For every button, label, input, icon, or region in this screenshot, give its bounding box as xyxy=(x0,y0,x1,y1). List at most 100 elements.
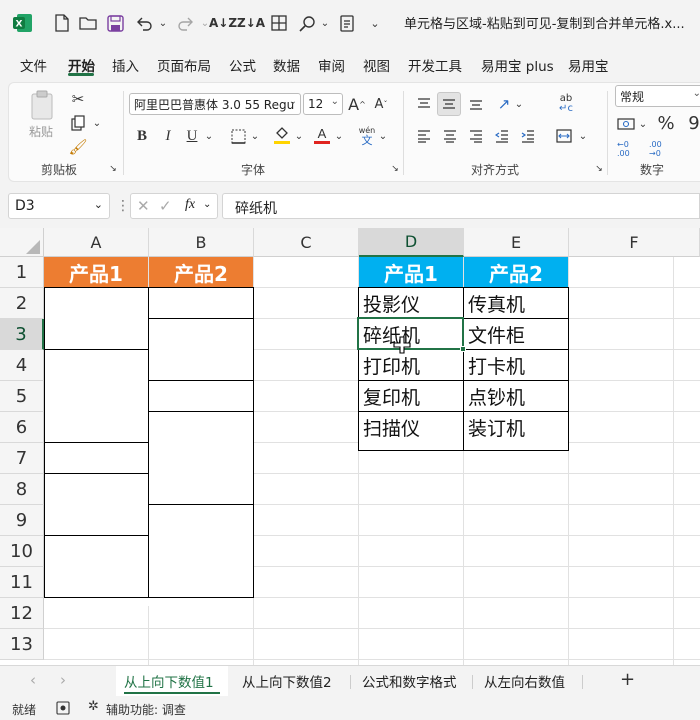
scroll-right-icon[interactable]: › xyxy=(60,671,66,689)
cell-d5[interactable]: 复印机 xyxy=(359,381,463,411)
merge-dropdown-icon[interactable]: ⌄ xyxy=(577,125,589,147)
row-header[interactable]: 6 xyxy=(0,412,44,443)
align-middle-icon[interactable] xyxy=(437,92,461,116)
cut-icon[interactable]: ✂ xyxy=(67,89,89,109)
cell-d2[interactable]: 投影仪 xyxy=(359,288,463,318)
increase-decimal-icon[interactable]: ←0 .00 xyxy=(617,139,641,159)
row-header[interactable]: 3 xyxy=(0,319,44,350)
find-icon[interactable] xyxy=(296,10,318,36)
merge-center-icon[interactable] xyxy=(553,125,575,147)
align-right-icon[interactable] xyxy=(465,125,487,147)
column-header-c[interactable]: C xyxy=(254,228,359,257)
cancel-icon[interactable]: ✕ xyxy=(137,197,150,215)
font-color-icon[interactable]: A xyxy=(311,123,333,147)
macro-record-icon[interactable] xyxy=(56,701,70,715)
font-color-dropdown-icon[interactable]: ⌄ xyxy=(333,125,345,147)
merged-cell-a2-a3[interactable] xyxy=(44,287,149,350)
tab-view[interactable]: 视图 xyxy=(363,55,390,75)
row-header[interactable]: 7 xyxy=(0,443,44,474)
fill-color-icon[interactable] xyxy=(271,123,293,147)
formula-input[interactable]: 碎纸机 xyxy=(222,193,700,219)
tab-review[interactable]: 审阅 xyxy=(318,55,345,75)
sheet-tab-3[interactable]: 公式和数字格式 xyxy=(362,671,457,691)
border-dropdown-icon[interactable]: ⌄ xyxy=(249,125,261,147)
bold-button[interactable]: B xyxy=(133,125,151,147)
header-cell-d1[interactable]: 产品1 xyxy=(359,257,463,287)
undo-dropdown-icon[interactable]: ⌄ xyxy=(156,10,170,36)
function-dropdown-icon[interactable]: ⌄ xyxy=(203,199,211,210)
accounting-dropdown-icon[interactable]: ⌄ xyxy=(637,113,649,135)
tab-developer[interactable]: 开发工具 xyxy=(408,55,462,75)
sheet-tab-2[interactable]: 从上向下数值2 xyxy=(242,671,332,691)
cell-b2[interactable] xyxy=(148,287,254,319)
paste-icon[interactable] xyxy=(27,89,59,123)
header-cell-b1[interactable]: 产品2 xyxy=(149,257,253,287)
font-launcher-icon[interactable]: ↘ xyxy=(389,163,401,175)
underline-button[interactable]: U xyxy=(183,125,201,147)
worksheet-grid[interactable]: A B C D E F 1 2 3 4 5 6 7 8 9 10 11 12 1… xyxy=(0,228,700,665)
find-dropdown-icon[interactable]: ⌄ xyxy=(318,10,332,36)
scroll-left-icon[interactable]: ‹ xyxy=(30,671,36,689)
column-header-a[interactable]: A xyxy=(44,228,149,257)
align-bottom-icon[interactable] xyxy=(465,93,487,115)
percent-icon[interactable]: % xyxy=(655,111,677,135)
underline-dropdown-icon[interactable]: ⌄ xyxy=(203,125,215,147)
name-box[interactable]: D3 ⌄ xyxy=(8,193,110,219)
accessibility-status[interactable]: 辅助功能: 调查 xyxy=(106,701,186,718)
cell-a7[interactable] xyxy=(44,442,149,474)
cell-e2[interactable]: 传真机 xyxy=(464,288,568,318)
row-header[interactable]: 10 xyxy=(0,536,44,567)
comma-style-icon[interactable]: 9 xyxy=(685,111,700,135)
wrap-text-icon[interactable]: ab ↵c xyxy=(555,91,577,117)
column-header-e[interactable]: E xyxy=(464,228,569,257)
cell-e6[interactable]: 装订机 xyxy=(464,412,568,442)
select-all-corner[interactable] xyxy=(0,228,44,257)
redo-icon[interactable] xyxy=(174,10,198,36)
tab-home[interactable]: 开始 xyxy=(68,55,95,75)
row-header[interactable]: 11 xyxy=(0,567,44,598)
cell-e5[interactable]: 点钞机 xyxy=(464,381,568,411)
orientation-dropdown-icon[interactable]: ⌄ xyxy=(513,93,525,115)
column-header-d[interactable]: D xyxy=(359,228,464,257)
row-header[interactable]: 2 xyxy=(0,288,44,319)
tab-data[interactable]: 数据 xyxy=(273,55,300,75)
merged-cell-a8-a9[interactable] xyxy=(44,473,149,536)
increase-indent-icon[interactable] xyxy=(517,125,539,147)
orientation-icon[interactable]: ↗ xyxy=(493,93,515,115)
phonetic-dropdown-icon[interactable]: ⌄ xyxy=(377,125,389,147)
tab-insert[interactable]: 插入 xyxy=(112,55,139,75)
decrease-decimal-icon[interactable]: .00 →0 xyxy=(649,139,673,159)
copy-dropdown-icon[interactable]: ⌄ xyxy=(91,113,103,133)
enter-icon[interactable]: ✓ xyxy=(159,197,172,215)
fill-color-dropdown-icon[interactable]: ⌄ xyxy=(293,125,305,147)
phonetic-guide-icon[interactable]: wén 文 xyxy=(355,123,379,149)
merged-cell-b9-b11[interactable] xyxy=(148,504,254,598)
add-sheet-icon[interactable]: + xyxy=(620,669,635,690)
tab-yiyongbao-plus[interactable]: 易用宝 plus xyxy=(481,55,554,75)
border-icon[interactable] xyxy=(227,125,249,147)
italic-button[interactable]: I xyxy=(159,125,177,147)
cell-b5[interactable] xyxy=(148,380,254,412)
merged-cell-a10-a11[interactable] xyxy=(44,535,149,598)
font-size-select[interactable]: 12 ⌄ xyxy=(303,93,343,115)
cell-d4[interactable]: 打印机 xyxy=(359,350,463,380)
row-header[interactable]: 4 xyxy=(0,350,44,381)
form-icon[interactable] xyxy=(336,10,358,36)
decrease-indent-icon[interactable] xyxy=(491,125,513,147)
align-top-icon[interactable] xyxy=(413,93,435,115)
clipboard-launcher-icon[interactable]: ↘ xyxy=(107,163,119,175)
align-center-icon[interactable] xyxy=(439,125,461,147)
row-header[interactable]: 5 xyxy=(0,381,44,412)
customize-toolbar-icon[interactable]: ⌄ xyxy=(366,10,384,36)
accessibility-icon[interactable]: ✲ xyxy=(88,699,99,714)
paste-label[interactable]: 粘贴 xyxy=(29,123,53,140)
row-header[interactable]: 13 xyxy=(0,629,44,660)
name-box-dropdown-icon[interactable]: ⌄ xyxy=(94,198,103,211)
cell-e3[interactable]: 文件柜 xyxy=(464,319,568,349)
row-header[interactable]: 9 xyxy=(0,505,44,536)
tab-page-layout[interactable]: 页面布局 xyxy=(157,55,211,75)
sheet-tab-4[interactable]: 从左向右数值 xyxy=(484,671,565,691)
sort-ascending-icon[interactable]: A↓Z xyxy=(209,10,237,36)
open-folder-icon[interactable] xyxy=(76,10,100,36)
cell-e4[interactable]: 打卡机 xyxy=(464,350,568,380)
